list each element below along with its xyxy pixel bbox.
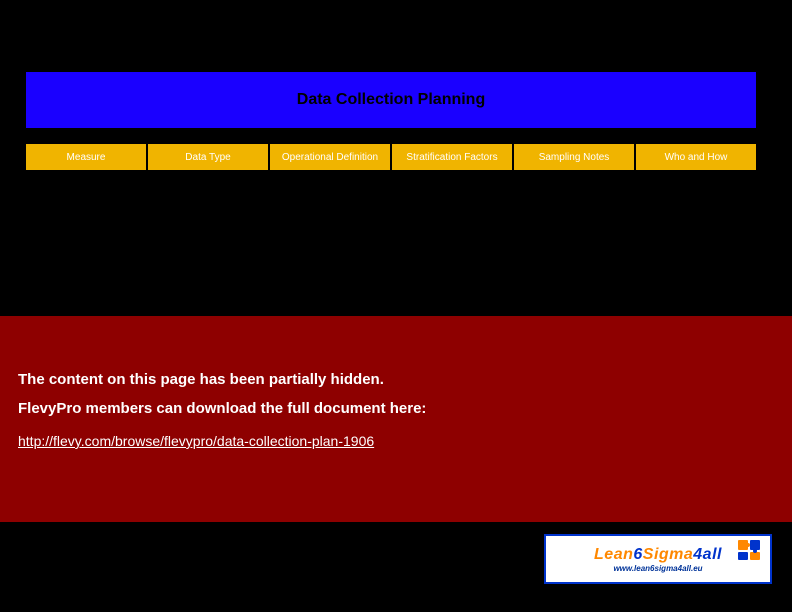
slide-title: Data Collection Planning bbox=[297, 91, 485, 109]
table-column-headers: Measure Data Type Operational Definition… bbox=[26, 144, 756, 170]
brand-logo: Lean6Sigma4all www.lean6sigma4all.eu bbox=[544, 534, 772, 584]
puzzle-icon bbox=[736, 538, 766, 562]
content-hidden-overlay: The content on this page has been partia… bbox=[0, 316, 792, 522]
column-header-measure: Measure bbox=[26, 144, 146, 170]
overlay-message-2: FlevyPro members can download the full d… bbox=[18, 395, 774, 424]
column-header-opdef: Operational Definition bbox=[270, 144, 390, 170]
download-link[interactable]: http://flevy.com/browse/flevypro/data-co… bbox=[18, 433, 374, 449]
column-header-datatype: Data Type bbox=[148, 144, 268, 170]
overlay-message-1: The content on this page has been partia… bbox=[18, 366, 774, 395]
column-header-sampling: Sampling Notes bbox=[514, 144, 634, 170]
column-header-whohow: Who and How bbox=[636, 144, 756, 170]
column-header-strat: Stratification Factors bbox=[392, 144, 512, 170]
logo-text: Lean6Sigma4all bbox=[594, 546, 722, 564]
slide-title-banner: Data Collection Planning bbox=[26, 72, 756, 128]
logo-url: www.lean6sigma4all.eu bbox=[613, 564, 702, 573]
